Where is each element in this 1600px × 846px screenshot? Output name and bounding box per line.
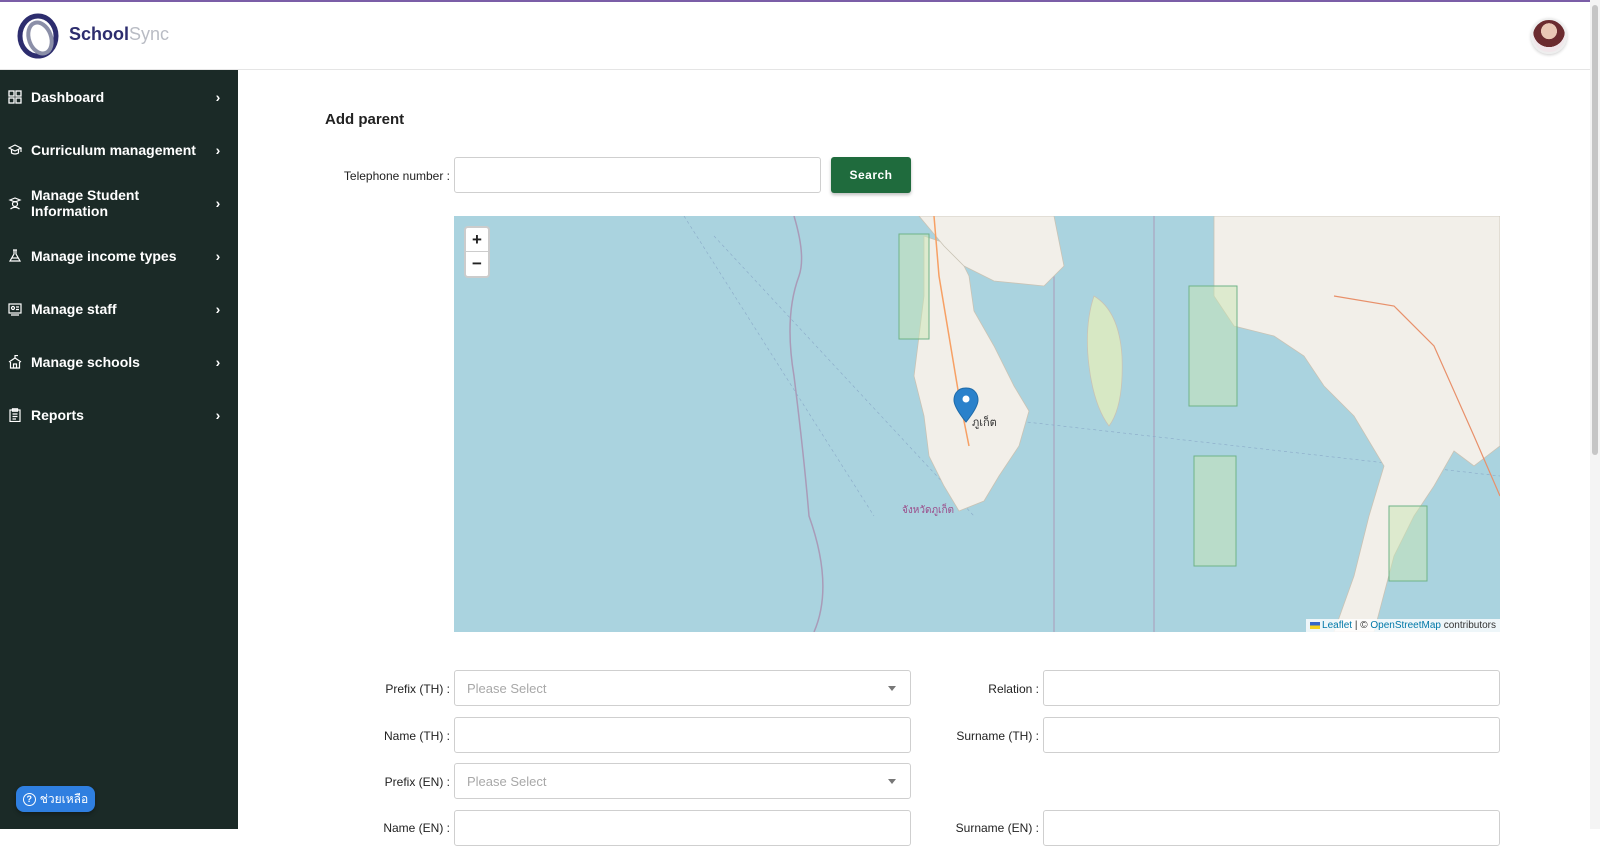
province-label: จังหวัดภูเก็ต	[902, 502, 954, 516]
name-en-input[interactable]	[454, 810, 911, 846]
name-th-input[interactable]	[454, 717, 911, 753]
sidebar-item-label: Manage income types	[31, 247, 177, 264]
attribution-tail: contributors	[1440, 620, 1496, 631]
surname-en-label: Surname (EN) :	[955, 821, 1039, 835]
zoom-out-button[interactable]: −	[466, 252, 488, 276]
attribution-separator: | ©	[1352, 620, 1371, 631]
caret-down-icon	[888, 779, 896, 784]
chevron-right-icon: ›	[215, 194, 221, 211]
map-tiles[interactable]: จังหวัดภูเก็ต ภูเก็ต	[454, 216, 1500, 632]
surname-en-input[interactable]	[1043, 810, 1500, 846]
top-header: SchoolSync	[0, 2, 1590, 70]
sidebar-item-staff[interactable]: Manage staff ›	[0, 282, 238, 335]
brand-name: SchoolSync	[69, 24, 169, 45]
telephone-input[interactable]	[454, 157, 821, 193]
sidebar-item-label: Manage schools	[31, 353, 140, 370]
sidebar-item-label: Reports	[31, 406, 84, 423]
chevron-right-icon: ›	[215, 353, 221, 370]
telephone-label: Telephone number :	[343, 169, 450, 183]
sidebar: Dashboard › Curriculum management › Mana…	[0, 70, 238, 829]
help-label: ช่วยเหลือ	[39, 791, 89, 806]
help-button[interactable]: ? ช่วยเหลือ	[16, 786, 95, 812]
sidebar-item-label: Manage staff	[31, 300, 117, 317]
school-icon	[8, 354, 22, 369]
chevron-right-icon: ›	[215, 88, 221, 105]
prefix-th-label: Prefix (TH) :	[385, 682, 450, 696]
chevron-right-icon: ›	[215, 300, 221, 317]
graduation-cap-icon	[8, 143, 22, 157]
relation-input[interactable]	[1043, 670, 1500, 706]
prefix-th-select[interactable]: Please Select	[454, 670, 911, 706]
city-label: ภูเก็ต	[972, 415, 997, 429]
osm-link[interactable]: OpenStreetMap	[1370, 620, 1441, 631]
sidebar-item-label: Curriculum management	[31, 141, 196, 158]
grid-icon	[8, 89, 22, 104]
chevron-right-icon: ›	[215, 141, 221, 158]
sidebar-item-dashboard[interactable]: Dashboard ›	[0, 70, 238, 123]
staff-board-icon	[8, 302, 22, 316]
name-en-label: Name (EN) :	[383, 821, 450, 835]
relation-label: Relation :	[988, 682, 1039, 696]
surname-th-input[interactable]	[1043, 717, 1500, 753]
sidebar-item-reports[interactable]: Reports ›	[0, 388, 238, 441]
search-button[interactable]: Search	[831, 157, 911, 193]
ukraine-flag-icon	[1310, 621, 1321, 629]
student-icon	[8, 196, 22, 210]
brand-name-secondary: Sync	[129, 24, 170, 44]
clipboard-icon	[8, 407, 22, 422]
map-zoom-control: + −	[464, 226, 490, 278]
location-map[interactable]: จังหวัดภูเก็ต ภูเก็ต + − Leaflet | © Ope…	[454, 216, 1500, 632]
sidebar-item-income-types[interactable]: Manage income types ›	[0, 229, 238, 282]
sidebar-item-curriculum[interactable]: Curriculum management ›	[0, 123, 238, 176]
sidebar-item-label: Manage Student Information	[31, 186, 140, 219]
leaflet-link[interactable]: Leaflet	[1322, 620, 1352, 631]
zoom-in-button[interactable]: +	[466, 228, 488, 252]
map-attribution: Leaflet | © OpenStreetMap contributors	[1306, 619, 1500, 632]
prefix-th-value: Please Select	[467, 680, 547, 696]
schoolsync-logo[interactable]	[16, 12, 60, 60]
surname-th-label: Surname (TH) :	[956, 729, 1039, 743]
brand-name-primary: School	[69, 24, 130, 44]
sidebar-item-schools[interactable]: Manage schools ›	[0, 335, 238, 388]
flask-icon	[8, 248, 22, 263]
sidebar-item-student-info[interactable]: Manage Student Information ›	[0, 176, 238, 229]
user-avatar[interactable]	[1531, 18, 1567, 54]
page-title: Add parent	[325, 111, 405, 128]
chevron-right-icon: ›	[215, 406, 221, 423]
chevron-right-icon: ›	[215, 247, 221, 264]
question-icon: ?	[22, 792, 36, 806]
scrollbar-thumb[interactable]	[1592, 5, 1598, 455]
name-th-label: Name (TH) :	[384, 729, 450, 743]
prefix-en-label: Prefix (EN) :	[384, 775, 450, 789]
prefix-en-select[interactable]: Please Select	[454, 763, 911, 799]
prefix-en-value: Please Select	[467, 773, 547, 789]
sidebar-item-label: Dashboard	[31, 88, 105, 105]
